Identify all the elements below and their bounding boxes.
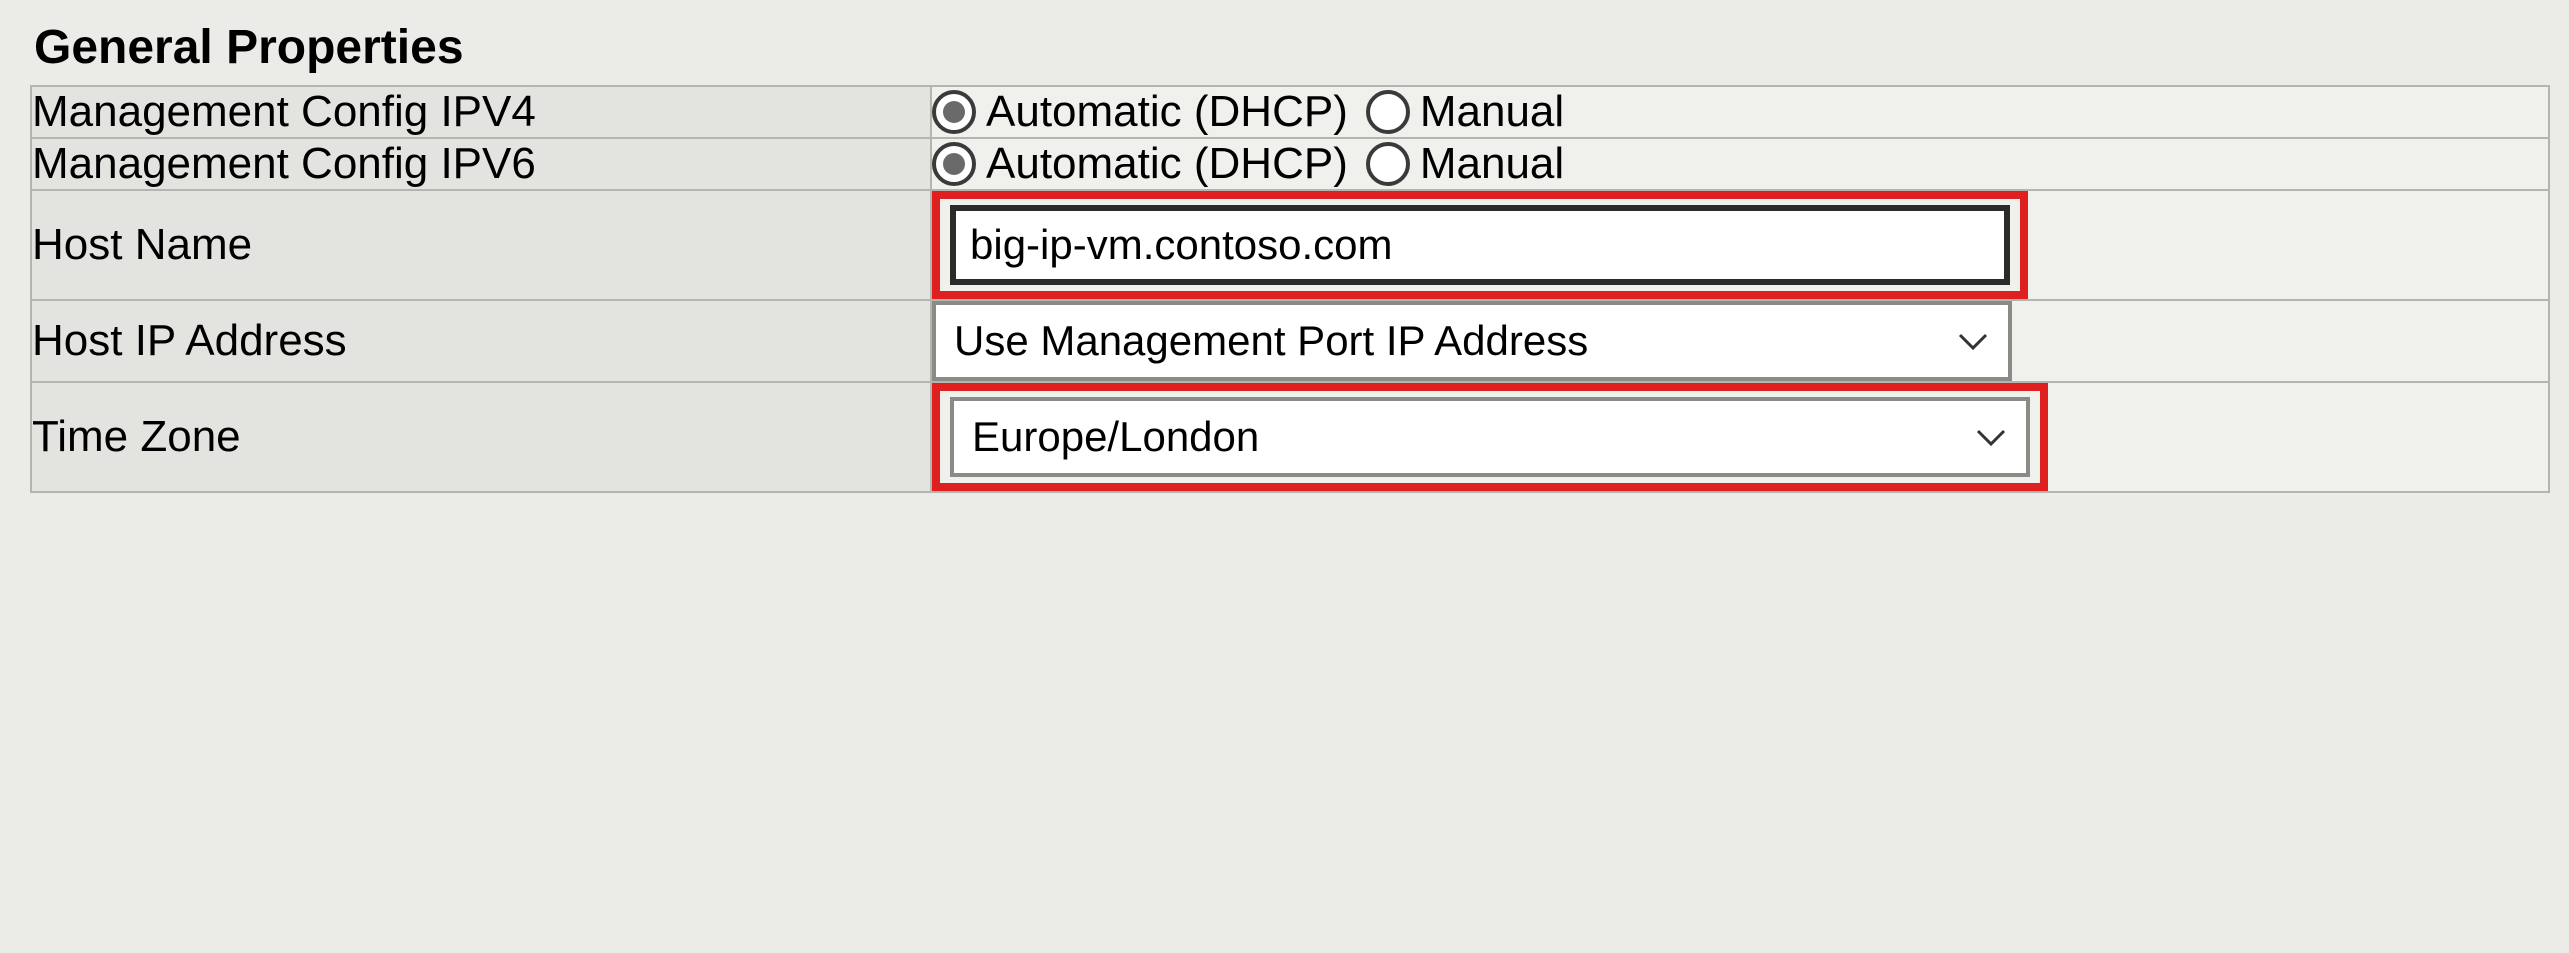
timezone-select-value: Europe/London [972, 413, 1259, 461]
row-ipv4: Management Config IPV4 Automatic (DHCP) … [31, 86, 2549, 138]
radio-icon [1366, 142, 1410, 186]
hostip-select[interactable]: Use Management Port IP Address [932, 301, 2012, 381]
timezone-highlight: Europe/London [932, 383, 2048, 491]
radio-icon [1366, 90, 1410, 134]
ipv6-radio-manual-label: Manual [1420, 139, 1564, 189]
radio-icon [932, 90, 976, 134]
general-properties-table: Management Config IPV4 Automatic (DHCP) … [30, 85, 2550, 493]
chevron-down-icon [1976, 427, 2006, 447]
hostip-select-value: Use Management Port IP Address [954, 317, 1588, 365]
section-title: General Properties [30, 20, 2539, 75]
ipv6-radio-group: Automatic (DHCP) Manual [932, 139, 2548, 189]
ipv4-radio-automatic[interactable]: Automatic (DHCP) [932, 87, 1348, 137]
hostname-input[interactable] [950, 205, 2010, 285]
label-ipv4: Management Config IPV4 [31, 86, 931, 138]
ipv6-radio-automatic[interactable]: Automatic (DHCP) [932, 139, 1348, 189]
radio-icon [932, 142, 976, 186]
row-hostname: Host Name [31, 190, 2549, 300]
label-timezone: Time Zone [31, 382, 931, 492]
timezone-select[interactable]: Europe/London [950, 397, 2030, 477]
row-hostip: Host IP Address Use Management Port IP A… [31, 300, 2549, 382]
label-ipv6: Management Config IPV6 [31, 138, 931, 190]
ipv4-radio-manual-label: Manual [1420, 87, 1564, 137]
hostname-highlight [932, 191, 2028, 299]
ipv6-radio-automatic-label: Automatic (DHCP) [986, 139, 1348, 189]
ipv4-radio-manual[interactable]: Manual [1366, 87, 1564, 137]
row-ipv6: Management Config IPV6 Automatic (DHCP) … [31, 138, 2549, 190]
row-timezone: Time Zone Europe/London [31, 382, 2549, 492]
ipv6-radio-manual[interactable]: Manual [1366, 139, 1564, 189]
label-hostname: Host Name [31, 190, 931, 300]
ipv4-radio-automatic-label: Automatic (DHCP) [986, 87, 1348, 137]
chevron-down-icon [1958, 331, 1988, 351]
ipv4-radio-group: Automatic (DHCP) Manual [932, 87, 2548, 137]
label-hostip: Host IP Address [31, 300, 931, 382]
